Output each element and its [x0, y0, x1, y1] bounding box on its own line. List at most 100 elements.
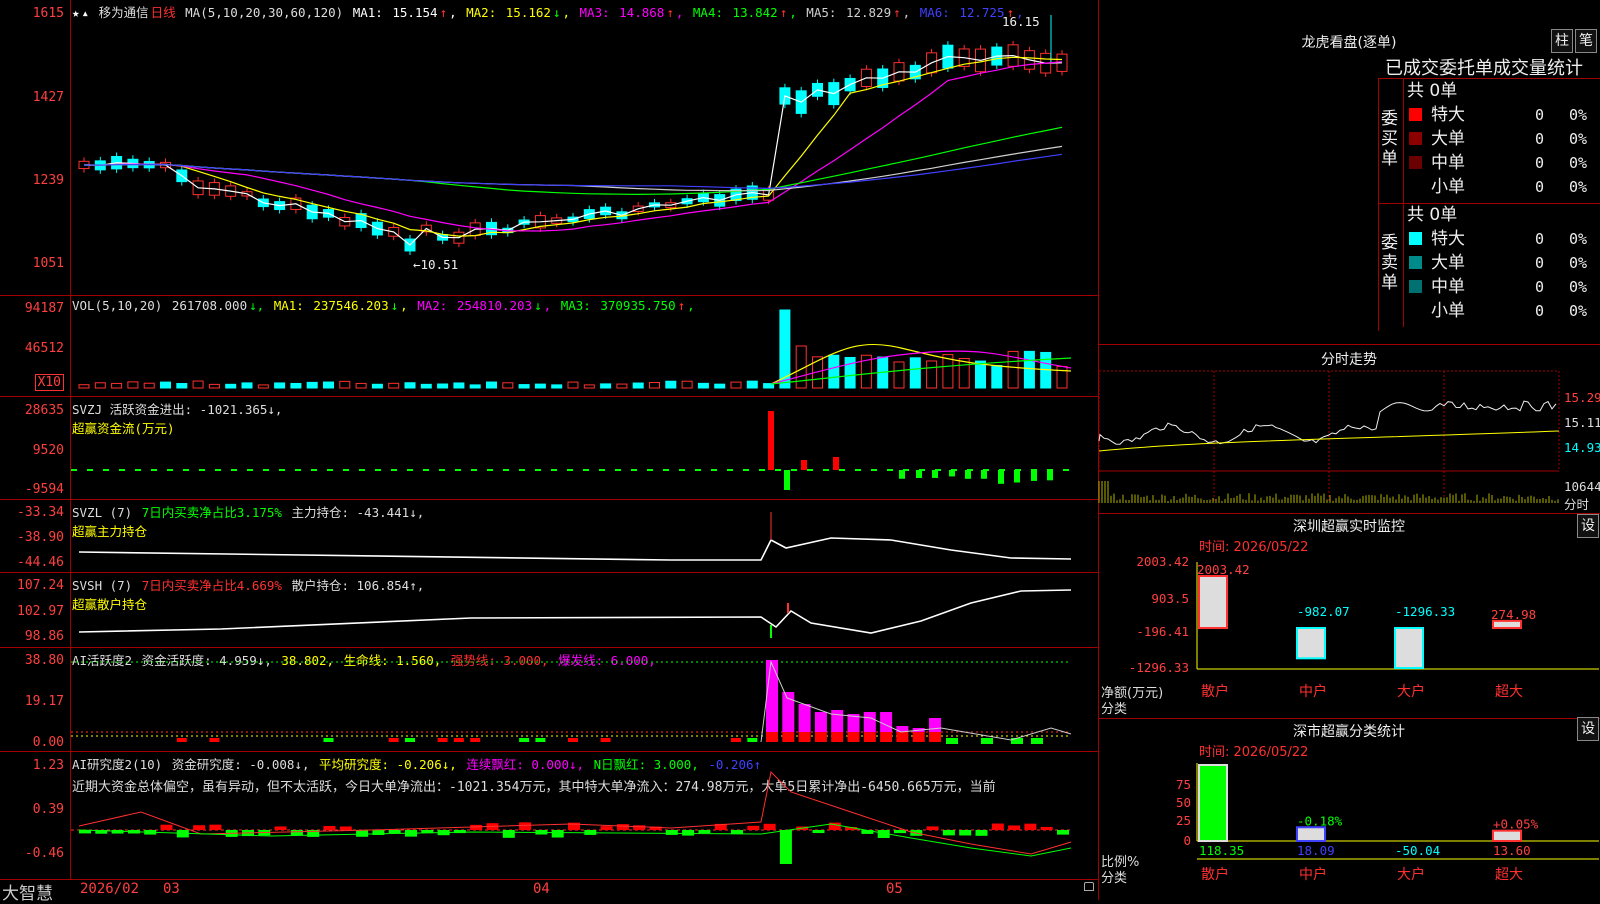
research-bar [926, 826, 939, 830]
activity-bar [766, 732, 778, 742]
bar-toggle-button[interactable]: 柱 [1551, 29, 1573, 53]
volume-bar [469, 384, 481, 389]
svzl-panel[interactable]: -33.34 -38.90 -44.46 SVZL (7) 7日内买卖净占比3.… [0, 500, 1098, 573]
order-count: 0 [1535, 178, 1545, 196]
order-count: 0 [1535, 230, 1545, 248]
volume-bar [714, 383, 726, 389]
tick-toggle-button[interactable]: 笔 [1575, 29, 1597, 53]
order-size-label: 大单 [1431, 129, 1465, 149]
volume-bar [958, 358, 970, 389]
research-bar [356, 830, 369, 837]
classify-value: 13.60 [1493, 843, 1531, 858]
classify-axis-label: 分类 [1101, 871, 1128, 886]
monitor-chart[interactable]: 2003.42 903.5 -196.41 -1296.33 2003.42 散户 -982… [1099, 514, 1600, 718]
activity-bar [453, 738, 464, 742]
order-size-label: 特大 [1431, 229, 1465, 249]
ai1-ylabel: 19.17 [24, 694, 64, 709]
activity-bar [437, 738, 448, 742]
volume-bar [534, 383, 546, 389]
intraday-section[interactable]: 分时走势 15.29 15.11 14.93 10644 分时 [1098, 344, 1600, 513]
order-pct: 0% [1569, 302, 1588, 320]
flow-bar [1047, 470, 1053, 481]
activity-bar [323, 738, 334, 742]
ma-line [83, 56, 1063, 237]
volume-bar [665, 380, 677, 389]
activity-bar [831, 710, 844, 732]
activity-bar [863, 712, 876, 732]
svsh-panel[interactable]: 107.24 102.97 98.86 SVSH (7) 7日内买卖净占比4.6… [0, 573, 1098, 648]
activity-bar [388, 738, 399, 742]
ai1-ylabel: 38.80 [24, 653, 64, 668]
ai-activity-panel[interactable]: 38.80 19.17 0.00 AI活跃度2 资金活跃度: 4.959↓, 3… [0, 648, 1098, 752]
activity-bar [847, 732, 860, 742]
ma-line [83, 61, 1063, 232]
intraday-label: 14.93 [1564, 440, 1600, 455]
research-bar [551, 830, 564, 838]
ai1-ylabel: 0.00 [32, 735, 64, 750]
activity-bar [798, 704, 811, 732]
vol-unit: X10 [34, 374, 64, 391]
classify-chart[interactable]: 75 50 25 0 118.35 散户 -0.18% 18.09 中户 -50.04 大户 +0.0… [1099, 719, 1600, 901]
date-label: 03 [163, 881, 180, 897]
volume-bar [355, 382, 367, 389]
activity-bar [766, 660, 778, 732]
volume-bar [192, 380, 204, 389]
vol-ylabel: 94187 [24, 301, 64, 316]
monitor-section[interactable]: 深圳超赢实时监控 设 时间: 2026/05/22 2003.42 903.5 -1… [1099, 513, 1600, 718]
intraday-chart[interactable] [1098, 370, 1561, 509]
ai-research-panel[interactable]: 1.23 0.39 -0.46 AI研究度2(10) 资金研究度: -0.008… [0, 752, 1098, 880]
volume-bar [1056, 365, 1068, 389]
legend-swatch [1409, 280, 1422, 293]
svzl-chart[interactable] [71, 500, 1098, 572]
volume-bar [893, 361, 905, 389]
classify-bar [1492, 829, 1522, 843]
research-bar [698, 830, 711, 834]
order-pct: 0% [1569, 106, 1588, 124]
activity-bar [519, 738, 530, 742]
kline-chart[interactable] [71, 0, 1098, 295]
classify-ylabel: 25 [1176, 813, 1191, 828]
activity-bar [814, 732, 827, 742]
vol-chart[interactable] [71, 296, 1098, 396]
ai1-chart[interactable] [71, 648, 1098, 751]
flow-bar [916, 470, 922, 478]
svsh-ylabel: 107.24 [17, 578, 64, 593]
volume-bar [257, 384, 269, 389]
lhb-section: 龙虎看盘(逐单) 柱 笔 已成交委托单成交量统计 委买单 共 0单 特大 0 0% 大… [1099, 0, 1600, 344]
volume-bar [78, 384, 90, 389]
volume-bar [567, 381, 579, 389]
volume-bar [746, 380, 758, 389]
low-marker-value: 10.51 [420, 257, 459, 272]
volume-bar [616, 383, 628, 389]
research-bar [959, 830, 972, 836]
classify-category: 散户 [1201, 866, 1229, 883]
classify-bar [1296, 826, 1326, 843]
kline-panel[interactable]: 1615 1427 1239 1051 ★ ▴ 移为通信 日线 MA(5,10,20… [0, 0, 1098, 296]
classify-bar-label: -0.18% [1297, 813, 1343, 828]
monitor-category: 散户 [1201, 683, 1229, 700]
intraday-label: 15.29 [1564, 390, 1600, 405]
lock-icon[interactable] [1084, 882, 1094, 891]
activity-bar [831, 732, 844, 742]
activity-bar [747, 738, 758, 742]
svzj-chart[interactable] [71, 397, 1098, 499]
volume-bar [306, 381, 318, 389]
svsh-chart[interactable] [71, 573, 1098, 647]
chart-area[interactable]: 1615 1427 1239 1051 ★ ▴ 移为通信 日线 MA(5,10,20… [0, 0, 1098, 904]
flow-bar [768, 411, 774, 470]
svzl-ylabel: -44.46 [17, 555, 64, 570]
classify-section[interactable]: 深市超赢分类统计 设 时间: 2026/05/22 75 50 25 0 118.35 散… [1099, 717, 1600, 901]
volume-bar [208, 383, 220, 389]
ai2-chart[interactable] [71, 752, 1098, 879]
monitor-bar [1492, 619, 1522, 629]
flow-bar [965, 470, 971, 479]
volume-bar [290, 382, 302, 389]
activity-bar [896, 732, 909, 742]
ai2-yaxis: 1.23 0.39 -0.46 [0, 752, 71, 879]
vol-panel[interactable]: 94187 46512 X10 VOL(5,10,20) 261708.000 ↓… [0, 296, 1098, 397]
classify-category: 中户 [1299, 866, 1327, 883]
flow-bar [899, 470, 905, 479]
svzj-panel[interactable]: 28635 9520 -9594 SVZJ 活跃资金进出: -1021.365↓… [0, 397, 1098, 500]
research-bar [747, 825, 760, 830]
volume-bar [600, 383, 612, 389]
